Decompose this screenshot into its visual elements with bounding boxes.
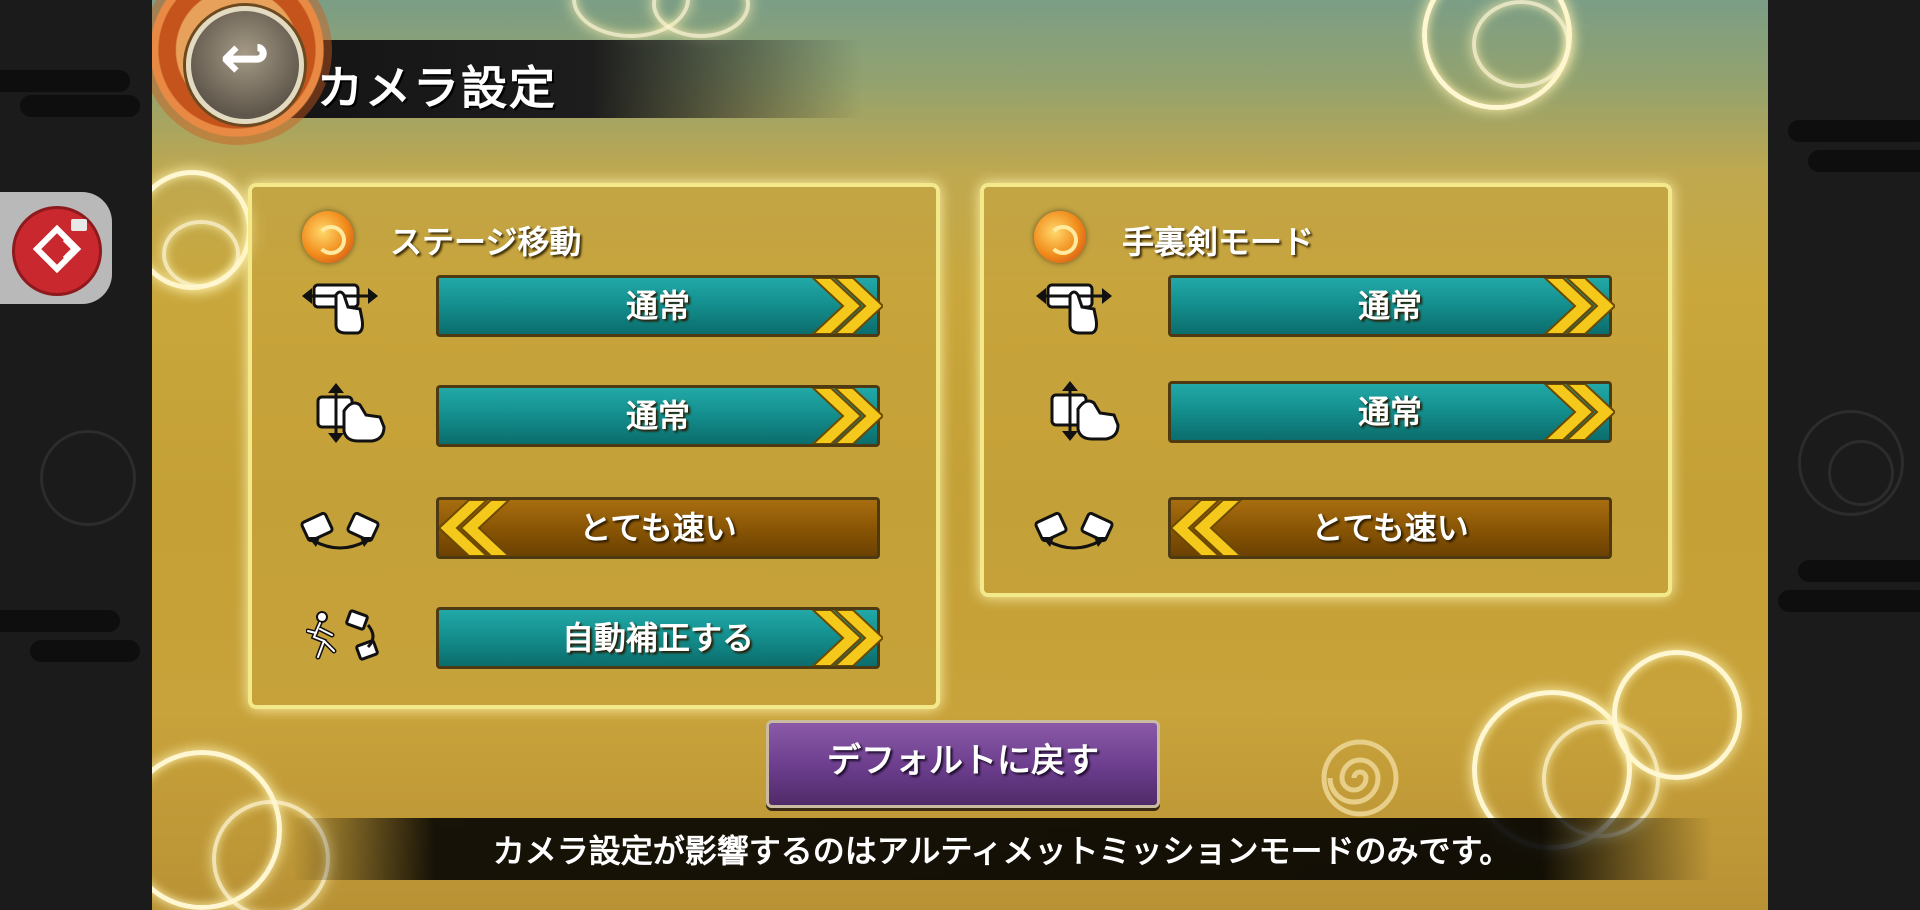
diamond-arrow-icon <box>32 219 87 274</box>
rotate-camera-icon <box>300 511 380 550</box>
overlay-app-icon <box>12 206 102 296</box>
spiral-orb-icon <box>302 211 354 263</box>
shuriken-horizontal-speed-button[interactable]: 通常 <box>1168 275 1615 337</box>
chevron-right-icon <box>811 388 883 444</box>
cloud-decoration <box>1612 650 1742 780</box>
footer-note-band: カメラ設定が影響するのはアルティメットミッションモードのみです。 <box>292 818 1712 880</box>
swipe-vertical-icon <box>1050 381 1120 441</box>
cloud-decoration <box>1472 0 1570 88</box>
right-side-bar <box>1768 0 1920 910</box>
camera-settings-screen: ↩ カメラ設定 ステージ移動 通常 通常 とても速い 自動補正する 手裏剣モード… <box>152 0 1768 910</box>
footer-note: カメラ設定が影響するのはアルティメットミッションモードのみです。 <box>492 832 1512 870</box>
stage-movement-panel: ステージ移動 通常 通常 とても速い 自動補正する <box>248 183 940 709</box>
floating-overlay-button[interactable] <box>0 192 112 304</box>
spiral-emblem-icon <box>1321 739 1399 817</box>
button-label: とても速い <box>579 509 737 547</box>
swipe-vertical-icon <box>316 383 386 443</box>
spiral-orb-icon <box>1034 211 1086 263</box>
cloud-decoration <box>652 0 750 38</box>
shuriken-vertical-speed-button[interactable]: 通常 <box>1168 381 1615 443</box>
cloud-decoration <box>162 220 240 288</box>
chevron-right-icon <box>811 278 883 334</box>
stage-vertical-speed-button[interactable]: 通常 <box>436 385 883 447</box>
chevron-right-icon <box>811 610 883 666</box>
return-arrow-icon: ↩ <box>219 23 271 93</box>
button-label: デフォルトに戻す <box>827 741 1099 781</box>
left-side-bar <box>0 0 152 910</box>
chevron-right-icon <box>1543 384 1615 440</box>
shuriken-mode-panel: 手裏剣モード 通常 通常 とても速い <box>980 183 1672 597</box>
swipe-horizontal-icon <box>1036 283 1112 335</box>
reset-default-button[interactable]: デフォルトに戻す <box>766 720 1160 808</box>
shuriken-rotation-speed-button[interactable]: とても速い <box>1168 497 1612 559</box>
panel-title: 手裏剣モード <box>1122 223 1315 261</box>
stage-rotation-speed-button[interactable]: とても速い <box>436 497 880 559</box>
stage-auto-correct-button[interactable]: 自動補正する <box>436 607 883 669</box>
chevron-right-icon <box>1543 278 1615 334</box>
button-label: とても速い <box>1311 509 1469 547</box>
rotate-camera-icon <box>1034 511 1114 550</box>
swipe-horizontal-icon <box>302 283 378 335</box>
back-button[interactable]: ↩ <box>186 6 304 124</box>
auto-correct-run-icon <box>306 609 379 661</box>
page-title: カメラ設定 <box>317 61 557 115</box>
stage-horizontal-speed-button[interactable]: 通常 <box>436 275 883 337</box>
panel-title: ステージ移動 <box>390 223 582 261</box>
